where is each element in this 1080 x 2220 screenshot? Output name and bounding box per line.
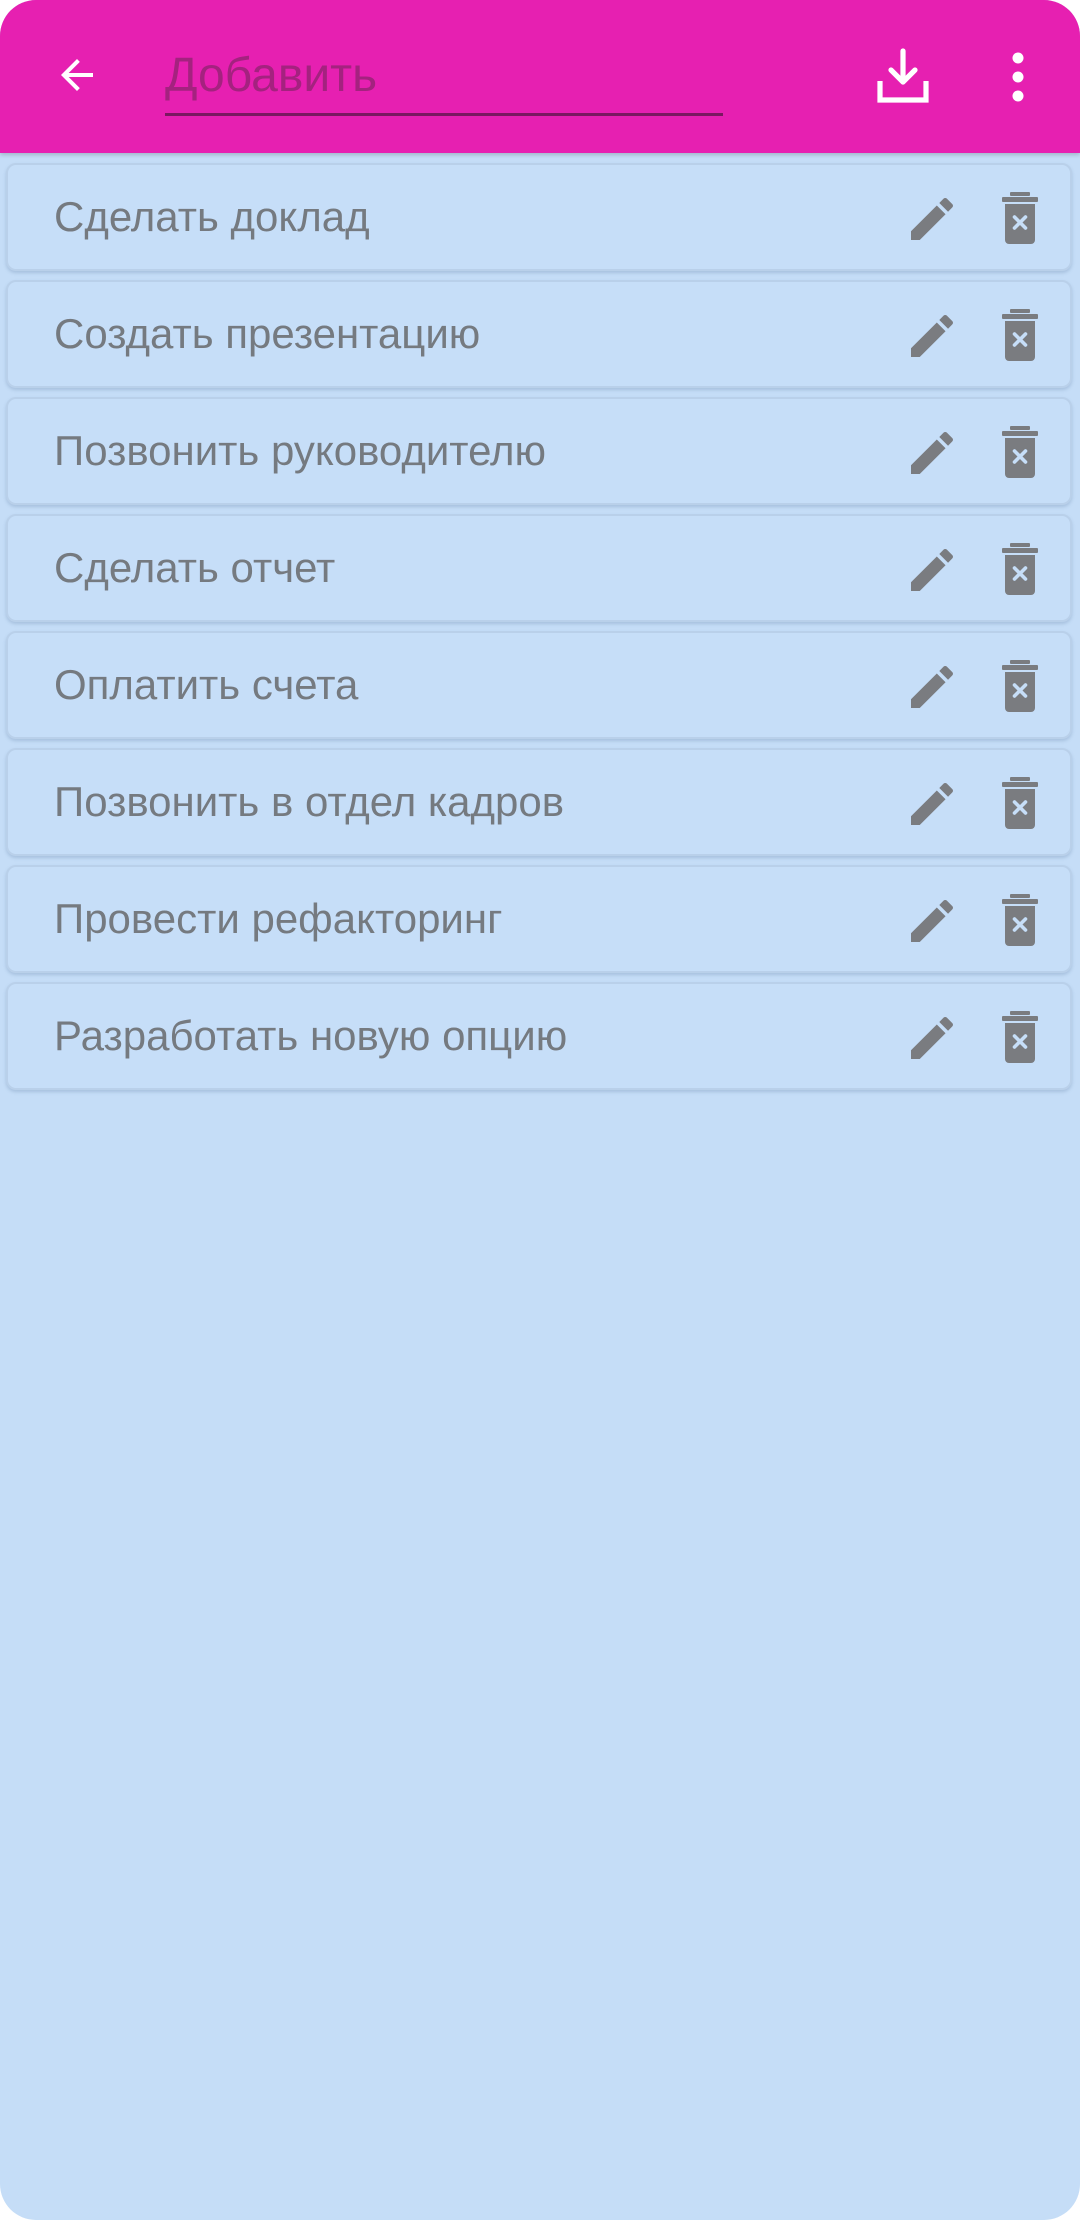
- edit-button[interactable]: [904, 659, 960, 715]
- trash-x-icon: [1002, 426, 1038, 478]
- more-options-button[interactable]: [990, 40, 1046, 114]
- task-label: Провести рефакторинг: [54, 895, 503, 942]
- task-item[interactable]: Позвонить в отдел кадров: [6, 748, 1072, 856]
- app-screen: Сделать доклад Создать презентацию: [0, 0, 1080, 2220]
- pencil-icon: [911, 548, 954, 591]
- pencil-icon: [911, 431, 954, 474]
- trash-x-icon: [1002, 1011, 1038, 1063]
- task-label: Сделать доклад: [54, 193, 370, 240]
- delete-button[interactable]: [996, 306, 1044, 364]
- edit-button[interactable]: [904, 542, 960, 598]
- task-item[interactable]: Разработать новую опцию: [6, 982, 1072, 1090]
- delete-button[interactable]: [996, 189, 1044, 247]
- edit-button[interactable]: [904, 1010, 960, 1066]
- task-label: Позвонить руководителю: [54, 427, 547, 474]
- delete-button[interactable]: [996, 540, 1044, 598]
- trash-x-icon: [1002, 660, 1038, 712]
- download-icon: [877, 48, 929, 103]
- more-vertical-icon: [1012, 52, 1024, 102]
- task-item[interactable]: Оплатить счета: [6, 631, 1072, 739]
- pencil-icon: [911, 899, 954, 942]
- pencil-icon: [911, 1016, 954, 1059]
- trash-x-icon: [1002, 777, 1038, 829]
- back-button[interactable]: [40, 38, 114, 112]
- delete-button[interactable]: [996, 891, 1044, 949]
- trash-x-icon: [1002, 894, 1038, 946]
- trash-x-icon: [1002, 543, 1038, 595]
- task-label: Оплатить счета: [54, 661, 359, 708]
- pencil-icon: [911, 314, 954, 357]
- pencil-icon: [911, 782, 954, 825]
- task-label: Разработать новую опцию: [54, 1012, 568, 1059]
- delete-button[interactable]: [996, 657, 1044, 715]
- arrow-left-icon: [61, 59, 93, 91]
- task-item[interactable]: Провести рефакторинг: [6, 865, 1072, 973]
- trash-x-icon: [1002, 192, 1038, 244]
- pencil-icon: [911, 665, 954, 708]
- edit-button[interactable]: [904, 308, 960, 364]
- task-label: Позвонить в отдел кадров: [54, 778, 565, 825]
- delete-button[interactable]: [996, 1008, 1044, 1066]
- task-item[interactable]: Создать презентацию: [6, 280, 1072, 388]
- task-list: Сделать доклад Создать презентацию Позво…: [0, 163, 1080, 1099]
- task-label: Создать презентацию: [54, 310, 481, 357]
- edit-button[interactable]: [904, 893, 960, 949]
- task-item[interactable]: Позвонить руководителю: [6, 397, 1072, 505]
- toolbar: [0, 0, 1080, 153]
- edit-button[interactable]: [904, 776, 960, 832]
- pencil-icon: [911, 197, 954, 240]
- task-label: Сделать отчет: [54, 544, 336, 591]
- add-task-input[interactable]: [165, 38, 723, 116]
- edit-button[interactable]: [904, 191, 960, 247]
- edit-button[interactable]: [904, 425, 960, 481]
- trash-x-icon: [1002, 309, 1038, 361]
- task-item[interactable]: Сделать доклад: [6, 163, 1072, 271]
- task-item[interactable]: Сделать отчет: [6, 514, 1072, 622]
- download-button[interactable]: [868, 40, 938, 114]
- delete-button[interactable]: [996, 774, 1044, 832]
- delete-button[interactable]: [996, 423, 1044, 481]
